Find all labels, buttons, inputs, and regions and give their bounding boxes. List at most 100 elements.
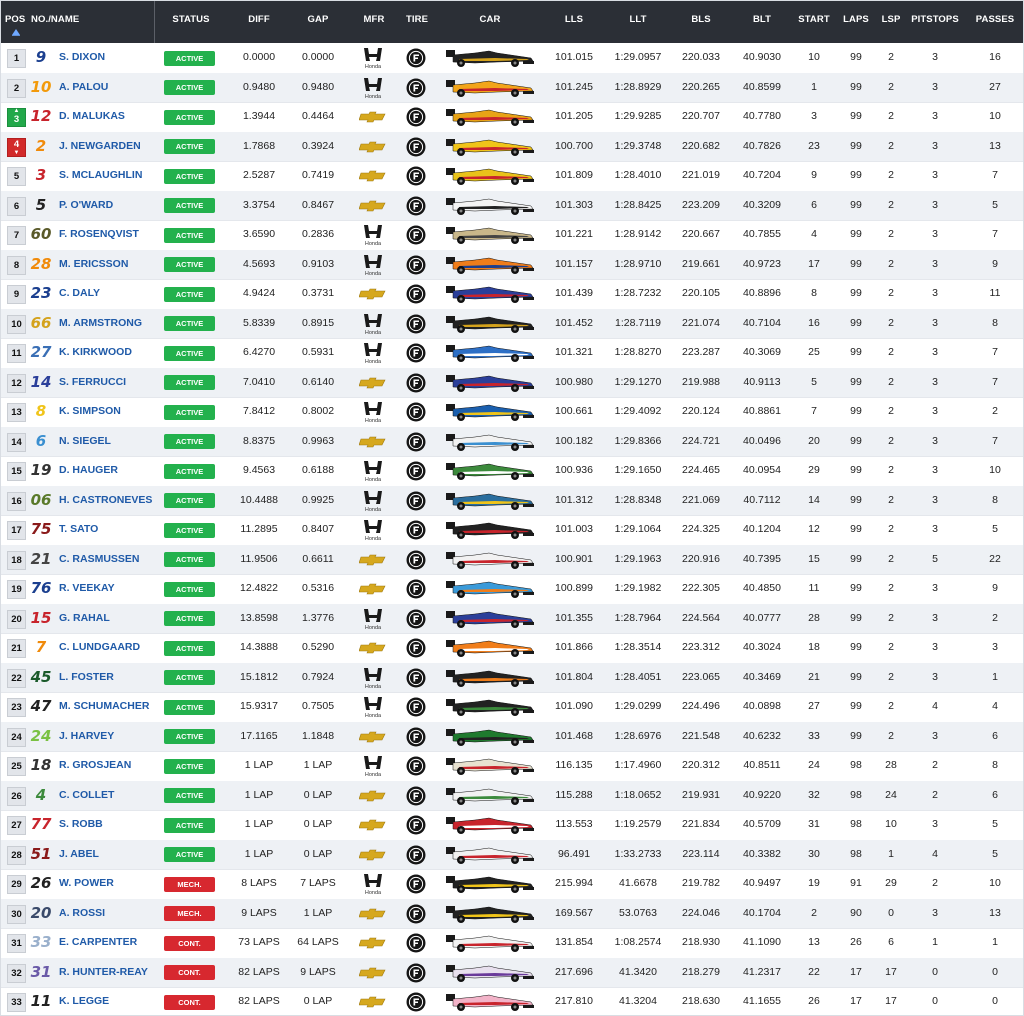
driver-name-link[interactable]: C. COLLET (59, 781, 114, 811)
driver-name-link[interactable]: C. LUNDGAARD (59, 633, 140, 663)
table-row[interactable]: 30 20 A. ROSSI MECH. 9 LAPS 1 LAP 169.567 53.07… (1, 898, 1023, 929)
header-lls[interactable]: LLS (544, 14, 604, 25)
table-row[interactable]: 5 3 S. MCLAUGHLIN ACTIVE 2.5287 0.7419 101.809… (1, 161, 1023, 192)
table-row[interactable]: 20 15 G. RAHAL ACTIVE Honda 13.8598 1.3776 101.… (1, 603, 1023, 634)
header-name[interactable]: NO./NAME (31, 14, 79, 25)
table-row[interactable]: 7 60 F. ROSENQVIST ACTIVE Honda 3.6590 0.2836 1… (1, 220, 1023, 251)
cell-gap: 0.5316 (301, 582, 335, 594)
table-row[interactable]: 28 51 J. ABEL ACTIVE 1 LAP 0 LAP 96.491 1:33.27… (1, 839, 1023, 870)
table-row[interactable]: 22 45 L. FOSTER ACTIVE Honda 15.1812 0.7924 101… (1, 662, 1023, 693)
table-row[interactable]: 24 24 J. HARVEY ACTIVE 17.1165 1.1848 101.468 1… (1, 721, 1023, 752)
driver-name-link[interactable]: A. ROSSI (59, 899, 105, 929)
table-row[interactable]: 32 31 R. HUNTER-REAY CONT. 82 LAPS 9 LAPS 217.… (1, 957, 1023, 988)
driver-name-link[interactable]: J. NEWGARDEN (59, 132, 141, 162)
cell-bls: 219.988 (682, 375, 720, 388)
header-llt[interactable]: LLT (608, 14, 668, 25)
table-row[interactable]: 4 ▼ 2 J. NEWGARDEN ACTIVE 1.7868 0.3924 100.700… (1, 131, 1023, 162)
table-row[interactable]: 10 66 M. ARMSTRONG ACTIVE Honda 5.8339 0.8915 1… (1, 308, 1023, 339)
header-diff[interactable]: DIFF (229, 14, 289, 25)
honda-logo: Honda (364, 343, 382, 365)
header-pos[interactable]: POS (5, 14, 25, 25)
driver-name-link[interactable]: M. ERICSSON (59, 250, 128, 280)
driver-name-link[interactable]: N. SIEGEL (59, 427, 111, 457)
driver-name-link[interactable]: K. SIMPSON (59, 397, 121, 427)
table-row[interactable]: 8 28 M. ERICSSON ACTIVE Honda 4.5693 0.9103 101… (1, 249, 1023, 280)
honda-logo-text: Honda (365, 890, 382, 896)
table-row[interactable]: 31 33 E. CARPENTER CONT. 73 LAPS 64 LAPS 131.8… (1, 928, 1023, 959)
cell-llt: 1:29.3748 (614, 139, 662, 152)
cell-blt: 40.0496 (743, 434, 781, 447)
driver-name-link[interactable]: S. FERRUCCI (59, 368, 126, 398)
table-row[interactable]: 23 47 M. SCHUMACHER ACTIVE Honda 15.9317 0.750… (1, 692, 1023, 723)
sort-up-icon[interactable] (11, 28, 21, 36)
table-row[interactable]: 26 4 C. COLLET ACTIVE 1 LAP 0 LAP 115.288 1:18.… (1, 780, 1023, 811)
table-row[interactable]: 19 76 R. VEEKAY ACTIVE 12.4822 0.5316 100.899 1… (1, 574, 1023, 605)
driver-name-link[interactable]: S. ROBB (59, 810, 103, 840)
driver-name-link[interactable]: K. LEGGE (59, 987, 109, 1015)
header-car[interactable]: CAR (460, 14, 520, 25)
cell-pitstops: 3 (932, 375, 938, 388)
driver-name-link[interactable]: D. HAUGER (59, 456, 118, 486)
table-row[interactable]: 18 21 C. RASMUSSEN ACTIVE 11.9506 0.6611 100.9… (1, 544, 1023, 575)
car-number: 23 (30, 284, 52, 302)
table-row[interactable]: 15 19 D. HAUGER ACTIVE Honda 9.4563 0.6188 100.… (1, 456, 1023, 487)
cell-pitstops: 3 (932, 523, 938, 535)
firestone-tire-icon (406, 727, 426, 746)
driver-name-link[interactable]: E. CARPENTER (59, 928, 137, 958)
table-row[interactable]: 16 06 H. CASTRONEVES ACTIVE Honda 10.4488 0.99… (1, 485, 1023, 516)
header-tire[interactable]: TIRE (387, 14, 447, 25)
driver-name-link[interactable]: P. O'WARD (59, 191, 113, 221)
header-passes[interactable]: PASSES (965, 14, 1023, 25)
driver-name-link[interactable]: L. FOSTER (59, 663, 114, 693)
header-bls[interactable]: BLS (671, 14, 731, 25)
table-row[interactable]: 25 18 R. GROSJEAN ACTIVE Honda 1 LAP 1 LAP 116.… (1, 751, 1023, 782)
driver-name-link[interactable]: S. MCLAUGHLIN (59, 161, 142, 191)
header-gap[interactable]: GAP (288, 14, 348, 25)
table-row[interactable]: 33 11 K. LEGGE CONT. 82 LAPS 0 LAP 217.810 41.3… (1, 987, 1023, 1015)
table-row[interactable]: 12 14 S. FERRUCCI ACTIVE 7.0410 0.6140 100.980… (1, 367, 1023, 398)
driver-name-link[interactable]: J. ABEL (59, 840, 99, 870)
cell-lls: 100.899 (555, 582, 593, 594)
driver-name-link[interactable]: R. GROSJEAN (59, 751, 131, 781)
driver-name-link[interactable]: K. KIRKWOOD (59, 338, 132, 368)
driver-name-link[interactable]: H. CASTRONEVES (59, 486, 152, 516)
driver-name-link[interactable]: T. SATO (59, 515, 98, 545)
cell-blt: 40.1204 (743, 523, 781, 535)
table-row[interactable]: 9 23 C. DALY ACTIVE 4.9424 0.3731 101.439 1:28.… (1, 279, 1023, 310)
driver-name-link[interactable]: W. POWER (59, 869, 114, 899)
header-pitstops[interactable]: PITSTOPS (905, 14, 965, 25)
car-number: 21 (30, 549, 52, 568)
driver-name-link[interactable]: M. ARMSTRONG (59, 309, 142, 339)
position-number: 16 (11, 495, 22, 507)
driver-name-link[interactable]: F. ROSENQVIST (59, 220, 139, 250)
driver-name-link[interactable]: C. DALY (59, 279, 100, 309)
honda-logo: Honda (364, 225, 382, 247)
table-row[interactable]: 29 26 W. POWER MECH. Honda 8 LAPS 7 LAPS 215.99… (1, 869, 1023, 900)
driver-name-link[interactable]: J. HARVEY (59, 722, 114, 752)
cell-gap: 1.3776 (301, 611, 335, 624)
driver-name-link[interactable]: D. MALUKAS (59, 102, 125, 132)
table-row[interactable]: 14 6 N. SIEGEL ACTIVE 8.8375 0.9963 100.182 1:2… (1, 426, 1023, 457)
cell-lls: 100.901 (555, 552, 593, 565)
table-row[interactable]: 13 8 K. SIMPSON ACTIVE Honda 7.8412 0.8002 100.… (1, 397, 1023, 428)
table-row[interactable]: 17 75 T. SATO ACTIVE Honda 11.2895 0.8407 101.0… (1, 515, 1023, 546)
cell-pitstops: 3 (932, 611, 938, 624)
table-row[interactable]: 21 7 C. LUNDGAARD ACTIVE 14.3888 0.5290 101.86… (1, 633, 1023, 664)
header-status[interactable]: STATUS (161, 14, 221, 25)
driver-name-link[interactable]: S. DIXON (59, 43, 105, 73)
table-row[interactable]: 6 5 P. O'WARD ACTIVE 3.3754 0.8467 101.303 1:28… (1, 190, 1023, 221)
driver-name-link[interactable]: M. SCHUMACHER (59, 692, 149, 722)
driver-name-link[interactable]: R. HUNTER-REAY (59, 958, 148, 988)
table-row[interactable]: 11 27 K. KIRKWOOD ACTIVE Honda 6.4270 0.5931 10… (1, 338, 1023, 369)
driver-name-link[interactable]: R. VEEKAY (59, 574, 115, 604)
cell-passes: 0 (992, 965, 998, 978)
table-row[interactable]: 27 77 S. ROBB ACTIVE 1 LAP 0 LAP 113.553 1:19.2… (1, 810, 1023, 841)
table-row[interactable]: 2 10 A. PALOU ACTIVE Honda 0.9480 0.9480 101.24… (1, 72, 1023, 103)
header-blt[interactable]: BLT (732, 14, 792, 25)
driver-name-link[interactable]: G. RAHAL (59, 604, 110, 634)
driver-name-link[interactable]: C. RASMUSSEN (59, 545, 140, 575)
driver-name-link[interactable]: A. PALOU (59, 73, 108, 103)
table-row[interactable]: 1 9 S. DIXON ACTIVE Honda 0.0000 0.0000 101.015… (1, 43, 1023, 74)
cell-llt: 1:18.0652 (614, 788, 662, 801)
table-row[interactable]: ▲ 3 12 D. MALUKAS ACTIVE 1.3944 0.4464 101.205 1… (1, 102, 1023, 133)
